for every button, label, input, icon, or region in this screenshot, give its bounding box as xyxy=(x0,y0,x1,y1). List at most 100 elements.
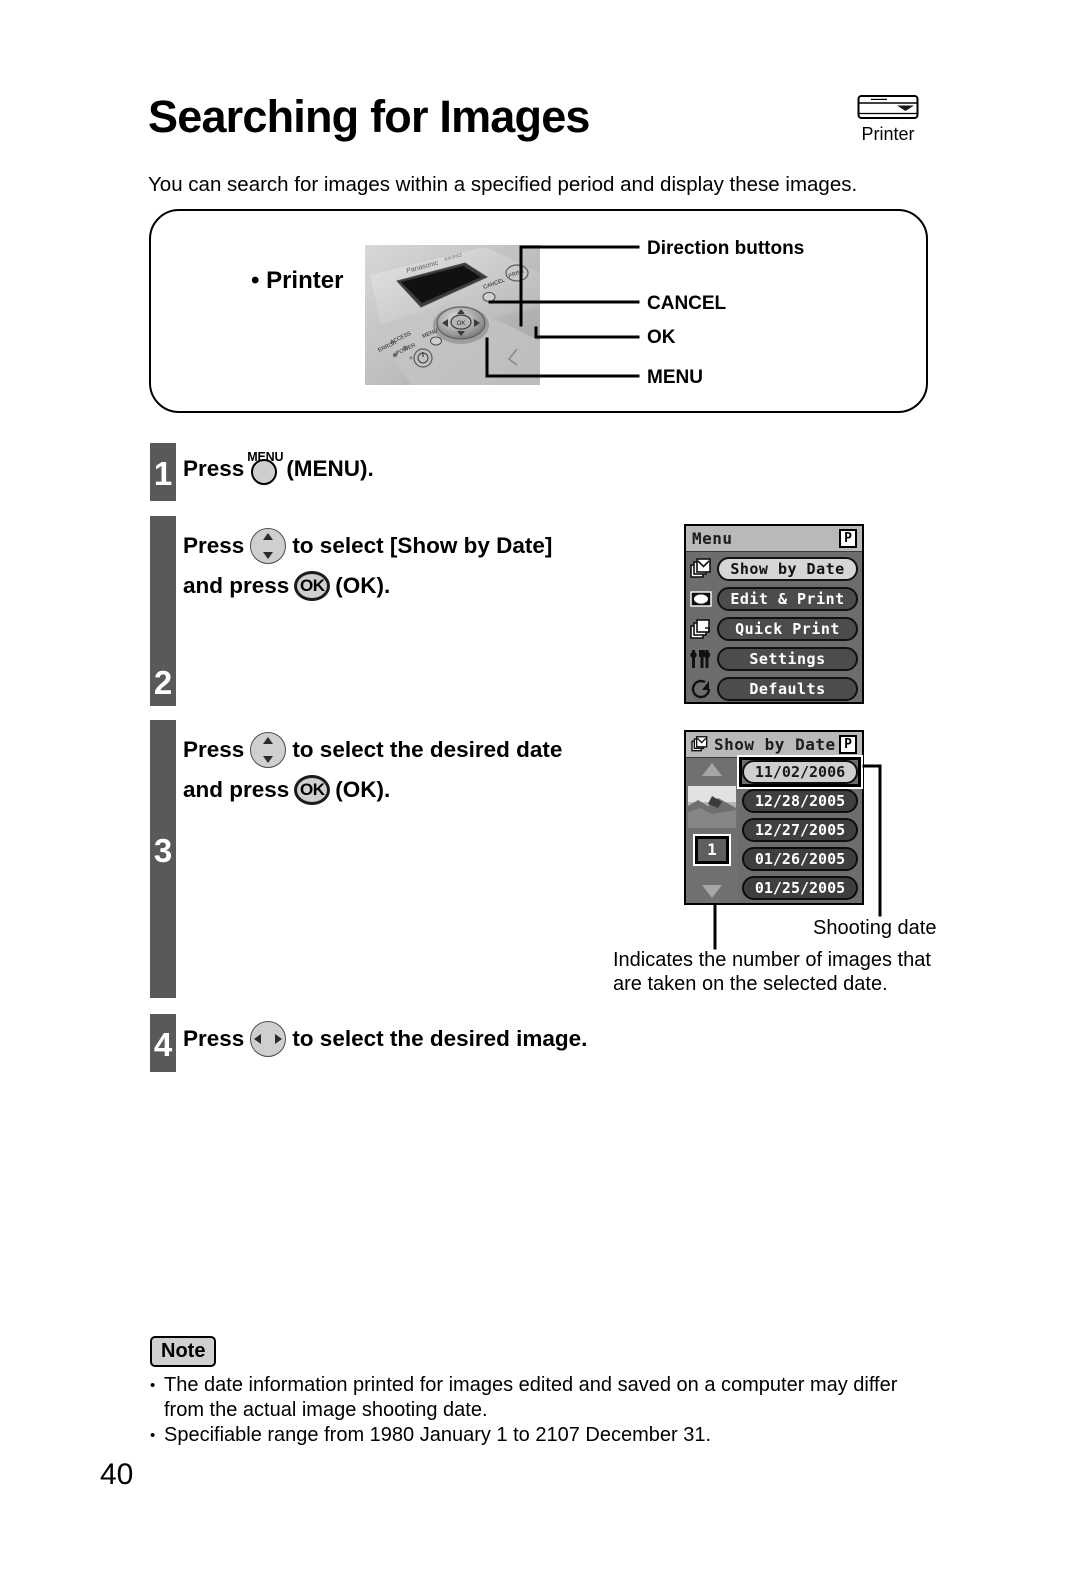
annotation-image-count-description: Indicates the number of images that are … xyxy=(613,948,931,996)
menu-item-label[interactable]: Quick Print xyxy=(717,617,858,641)
lcd-menu-list: Show by Date Edit & Print Quick Print Se… xyxy=(686,552,862,704)
down-arrow-icon xyxy=(263,552,274,559)
step-marker-3: 3 xyxy=(150,720,176,998)
step-2-line1: Press to select [Show by Date] xyxy=(183,528,553,565)
printer-badge: Printer xyxy=(838,94,938,145)
menu-button-icon: MENU xyxy=(246,450,284,490)
printer-panel-label: • Printer xyxy=(251,267,344,294)
lcd-menu-screen: Menu P Show by Date Edit & Print Quick P… xyxy=(684,524,864,704)
page-header: Searching for Images Printer xyxy=(148,86,938,156)
show-by-date-icon xyxy=(690,558,711,578)
lcd-menu-title: Menu xyxy=(692,529,733,548)
step-3-and-press-label: and press xyxy=(183,777,290,802)
scroll-down-arrow-icon[interactable] xyxy=(702,885,722,898)
intro-paragraph: You can search for images within a speci… xyxy=(148,173,858,196)
menu-item-label[interactable]: Settings xyxy=(717,647,858,671)
menu-row[interactable]: Quick Print xyxy=(686,614,862,644)
settings-icon xyxy=(690,650,711,668)
printer-device-icon xyxy=(857,95,919,119)
step-number-4: 4 xyxy=(153,1026,173,1063)
down-arrow-icon xyxy=(263,756,274,763)
step-3-line2-suffix: (OK). xyxy=(335,777,391,802)
printer-mode-badge: P xyxy=(839,735,857,754)
printer-badge-label: Printer xyxy=(861,124,915,144)
note-item-1-line2: actual image shooting date. xyxy=(242,1399,488,1421)
date-list-item[interactable]: 01/25/2005 xyxy=(738,874,862,903)
menu-row[interactable]: Settings xyxy=(686,644,862,674)
step-marker-1: 1 xyxy=(150,443,176,501)
lcd-showdate-title: Show by Date xyxy=(714,735,836,754)
annotation-count-line1: Indicates the number of images that xyxy=(613,949,931,971)
step-4-suffix: to select the desired image. xyxy=(292,1025,588,1051)
step-marker-4: 4 xyxy=(150,1014,176,1072)
menu-item-label[interactable]: Show by Date xyxy=(717,557,858,581)
date-list-item[interactable]: 12/28/2005 xyxy=(738,787,862,816)
lcd-menu-titlebar: Menu P xyxy=(686,526,862,552)
date-value[interactable]: 01/26/2005 xyxy=(742,847,858,871)
callout-menu: MENU xyxy=(647,367,703,388)
date-list-item[interactable]: 11/02/2006 xyxy=(737,755,863,789)
step-2-line1-suffix: to select [Show by Date] xyxy=(292,532,553,558)
note-badge: Note xyxy=(150,1336,217,1367)
image-count-badge: 1 xyxy=(693,834,731,866)
step-3-line2: and press OK (OK). xyxy=(183,775,390,806)
note-item: The date information printed for images … xyxy=(150,1373,940,1423)
date-value[interactable]: 11/02/2006 xyxy=(742,760,858,784)
note-item: Specifiable range from 1980 January 1 to… xyxy=(150,1423,940,1448)
up-down-button-icon xyxy=(250,732,287,768)
left-arrow-icon xyxy=(254,1034,262,1044)
step-4-text: Press to select the desired image. xyxy=(183,1021,588,1058)
annotation-shooting-date: Shooting date xyxy=(813,917,937,939)
ok-button-icon: OK xyxy=(294,571,331,602)
printer-mode-badge: P xyxy=(839,529,857,548)
menu-item-label[interactable]: Defaults xyxy=(717,677,858,701)
svg-text:OK: OK xyxy=(457,321,466,327)
right-arrow-icon xyxy=(275,1034,283,1044)
date-list-item[interactable]: 12/27/2005 xyxy=(738,816,862,845)
left-right-button-icon xyxy=(250,1021,287,1057)
printer-diagram-panel: • Printer OK CANCEL PRINT MENU ACCESS ER… xyxy=(149,209,928,413)
lcd-showdate-sidebar: 1 xyxy=(686,758,738,903)
lcd-date-list: 11/02/2006 12/28/2005 12/27/2005 01/26/2… xyxy=(737,755,863,903)
step-number-1: 1 xyxy=(153,455,173,492)
menu-row[interactable]: Edit & Print xyxy=(686,584,862,614)
note-block: Note •••••••••••••••••••••••••••••••••••… xyxy=(150,1336,940,1448)
callout-ok: OK xyxy=(647,327,676,348)
date-value[interactable]: 12/28/2005 xyxy=(742,789,858,813)
show-by-date-icon xyxy=(691,736,708,752)
page-title: Searching for Images xyxy=(148,91,590,142)
menu-button-circle xyxy=(251,459,278,485)
up-down-button-icon xyxy=(250,528,287,564)
lcd-showdate-body: 1 11/02/2006 12/28/2005 12/27/2005 01/26… xyxy=(686,755,863,903)
step-marker-2: 2 xyxy=(150,516,176,706)
menu-row[interactable]: Show by Date xyxy=(686,554,862,584)
callout-direction-buttons: Direction buttons xyxy=(647,238,805,259)
date-list-item[interactable]: 01/26/2005 xyxy=(738,845,862,874)
step-3-line1: Press to select the desired date xyxy=(183,732,563,769)
note-dotted-rule: ••••••••••••••••••••••••••••••••••••••••… xyxy=(226,1348,940,1354)
step-3-press-label: Press xyxy=(183,736,245,762)
step-1-text: Press MENU (MENU). xyxy=(183,450,374,490)
up-arrow-icon xyxy=(263,737,274,744)
step-4-press-label: Press xyxy=(183,1025,245,1051)
scroll-up-arrow-icon[interactable] xyxy=(702,763,722,776)
date-value[interactable]: 01/25/2005 xyxy=(742,876,858,900)
edit-print-icon xyxy=(690,591,712,607)
lcd-show-by-date-screen: Show by Date P 1 11/02/2006 12/28/2005 1… xyxy=(684,730,864,905)
quick-print-icon xyxy=(690,619,710,639)
note-item-2-line1: Specifiable range from 1980 January 1 to… xyxy=(164,1424,712,1446)
ok-button-icon: OK xyxy=(294,775,331,806)
date-value[interactable]: 12/27/2005 xyxy=(742,818,858,842)
printer-control-panel-photo: OK CANCEL PRINT MENU POWER ACCESS ERROR … xyxy=(365,245,540,385)
menu-row[interactable]: Defaults xyxy=(686,674,862,704)
menu-item-label[interactable]: Edit & Print xyxy=(717,587,858,611)
step-2-line2: and press OK (OK). xyxy=(183,571,390,602)
photo-thumbnail xyxy=(688,786,736,828)
note-badge-row: Note •••••••••••••••••••••••••••••••••••… xyxy=(150,1336,940,1367)
step-3-line1-suffix: to select the desired date xyxy=(292,736,563,762)
defaults-icon xyxy=(691,679,711,699)
annotation-count-line2: are taken on the selected date. xyxy=(613,973,888,995)
callout-leader-lines xyxy=(485,245,640,378)
lcd-showdate-titlebar: Show by Date P xyxy=(686,732,862,758)
step-1-press-label: Press xyxy=(183,455,245,481)
